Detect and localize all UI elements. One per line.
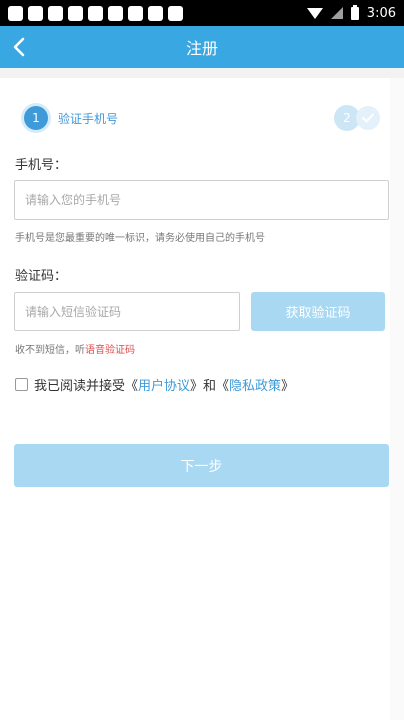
notification-icon	[108, 5, 123, 21]
voice-code-link[interactable]: 语音验证码	[85, 345, 135, 356]
phone-input[interactable]	[14, 180, 389, 220]
agreement-text-mid: 》和《	[190, 378, 230, 394]
agree-checkbox[interactable]	[15, 377, 28, 391]
divider	[0, 68, 404, 78]
no-signal-icon	[330, 7, 343, 19]
agreement-row: 我已阅读并接受《 用户协议 》和《 隐私政策》	[15, 374, 294, 394]
notification-icon	[8, 5, 23, 21]
notification-icon	[28, 5, 43, 21]
step-done-badge	[356, 106, 380, 130]
register-form: 1 验证手机号 2 手机号： 手机号是您最重要的唯一标识，请务必使用自己的手机号…	[0, 68, 404, 720]
step-1-label: 验证手机号	[58, 111, 119, 126]
agreement-text-before: 我已阅读并接受《	[34, 378, 139, 394]
code-input[interactable]	[14, 292, 240, 331]
chevron-left-icon	[13, 37, 25, 57]
back-button[interactable]	[4, 32, 34, 62]
status-time: 3:06	[366, 5, 396, 21]
step-indicator: 1 验证手机号 2	[24, 104, 380, 132]
code-label: 验证码：	[15, 269, 68, 284]
status-bar: 3:06	[0, 0, 404, 26]
notification-icon	[68, 5, 83, 21]
agreement-text-after: 》	[281, 378, 295, 394]
step-1-badge: 1	[24, 106, 48, 130]
notification-icon	[168, 5, 183, 21]
notification-icon	[148, 5, 163, 21]
page-title: 注册	[185, 39, 218, 58]
wifi-icon	[306, 7, 323, 19]
user-agreement-link[interactable]: 用户协议	[138, 375, 190, 394]
notification-icon	[88, 5, 103, 21]
code-hint-text: 收不到短信，听	[15, 345, 85, 356]
code-hint: 收不到短信，听语音验证码	[15, 341, 135, 356]
phone-label: 手机号：	[15, 158, 68, 173]
next-step-button[interactable]: 下一步	[14, 444, 389, 487]
battery-icon	[350, 4, 359, 20]
nav-bar: 注册	[0, 26, 404, 68]
phone-hint: 手机号是您最重要的唯一标识，请务必使用自己的手机号	[15, 233, 265, 244]
status-indicators: 3:06	[306, 4, 396, 21]
notification-icon	[128, 5, 143, 21]
step-progress: 2	[334, 105, 380, 131]
check-icon	[362, 113, 374, 123]
privacy-policy-link[interactable]: 隐私政策	[229, 375, 281, 394]
notification-icon	[48, 5, 63, 21]
divider	[390, 78, 404, 720]
get-code-button[interactable]: 获取验证码	[251, 292, 385, 331]
